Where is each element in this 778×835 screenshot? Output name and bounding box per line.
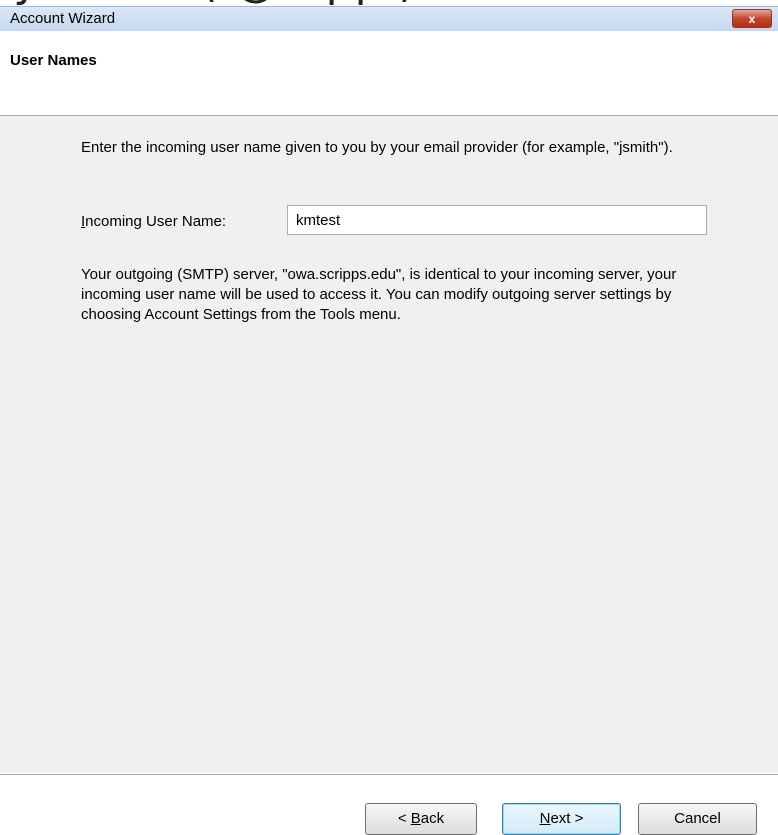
next-label: ext > [550, 810, 584, 827]
close-icon: x [748, 12, 756, 26]
back-label: ack [420, 810, 445, 827]
instruction-text: Enter the incoming user name given to yo… [81, 139, 673, 156]
next-mnemonic: N [539, 810, 551, 827]
wizard-content: Enter the incoming user name given to yo… [0, 116, 778, 835]
smtp-note-text: Your outgoing (SMTP) server, "owa.scripp… [81, 266, 677, 323]
next-button[interactable]: Next > [502, 803, 621, 835]
back-mnemonic: B [410, 810, 421, 827]
back-button[interactable]: < Back [365, 803, 477, 835]
incoming-user-name-input[interactable] [287, 205, 707, 235]
window-title: Account Wizard [10, 10, 116, 27]
label-text: ncoming User Name: [85, 213, 227, 230]
cancel-button[interactable]: Cancel [638, 803, 757, 835]
wizard-header: User Names [0, 31, 778, 116]
page-title: User Names [10, 52, 97, 69]
back-prefix: < [397, 810, 411, 827]
close-button[interactable]: x [732, 9, 772, 28]
incoming-user-name-label: Incoming User Name: [81, 213, 226, 230]
footer-divider [0, 774, 778, 776]
title-bar: Account Wizard x [0, 6, 778, 31]
